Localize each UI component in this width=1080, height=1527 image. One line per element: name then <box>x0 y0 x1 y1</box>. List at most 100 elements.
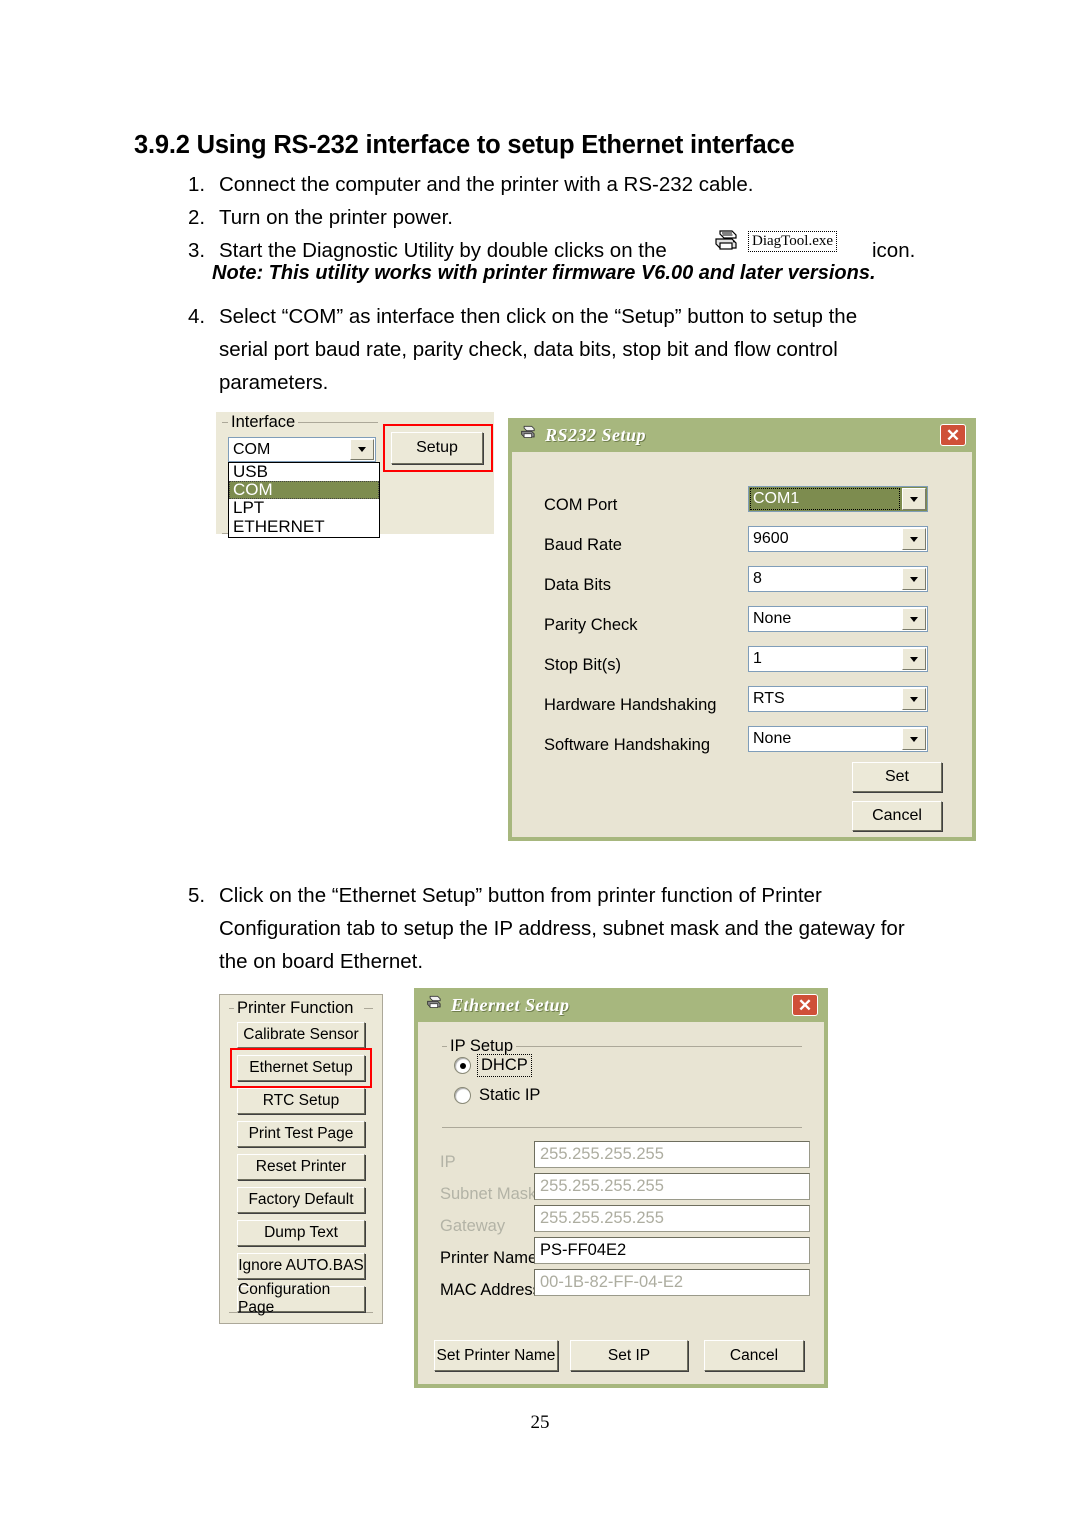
ethernet-setup-dialog: Ethernet Setup ✕ IP Setup DHCP Static IP… <box>414 988 828 1388</box>
static-ip-radio-label: Static IP <box>479 1086 541 1104</box>
interface-combobox[interactable]: COM <box>228 437 376 462</box>
close-icon[interactable]: ✕ <box>792 994 818 1016</box>
rs232-combobox-com-port[interactable]: COM1 <box>748 486 928 512</box>
printer-name-input[interactable]: PS-FF04E2 <box>534 1237 810 1264</box>
step-1: 1. Connect the computer and the printer … <box>188 168 948 201</box>
ethernet-setup-button-highlight <box>230 1048 372 1088</box>
rs232-label-baud-rate: Baud Rate <box>544 536 622 554</box>
rs232-dialog-titlebar[interactable]: RS232 Setup ✕ <box>512 418 972 452</box>
ip-label: IP <box>440 1153 456 1171</box>
subnet-mask-input[interactable]: 255.255.255.255 <box>534 1173 810 1200</box>
ethernet-dialog-title: Ethernet Setup <box>451 994 570 1015</box>
configuration-page-button[interactable]: Configuration Page <box>237 1281 365 1316</box>
interface-option-ethernet[interactable]: ETHERNET <box>229 517 379 537</box>
ethernet-dialog-titlebar[interactable]: Ethernet Setup ✕ <box>418 988 824 1022</box>
rs232-combobox-parity-check[interactable]: None <box>748 606 928 632</box>
radio-selected-icon[interactable] <box>454 1057 471 1074</box>
step-2-text: Turn on the printer power. <box>219 206 453 229</box>
dhcp-radio-label: DHCP <box>477 1054 532 1077</box>
print-test-page-button[interactable]: Print Test Page <box>237 1121 365 1147</box>
rs232-value-baud-rate: 9600 <box>753 530 789 547</box>
interface-option-usb[interactable]: USB <box>229 462 379 481</box>
diagtool-filename-label: DiagTool.exe <box>748 230 838 252</box>
mac-address-label: MAC Address <box>440 1281 541 1299</box>
rs232-value-data-bits: 8 <box>753 570 762 587</box>
rs232-value-com-port: COM1 <box>749 487 901 511</box>
rs232-setup-dialog: RS232 Setup ✕ COM Port COM1 Baud Rate 96… <box>508 418 976 841</box>
step-2-number: 2. <box>188 206 206 229</box>
firmware-note: Note: This utility works with printer fi… <box>212 262 876 284</box>
rs232-value-stop-bits: 1 <box>753 650 762 667</box>
chevron-down-icon[interactable] <box>902 688 926 710</box>
set-printer-name-button[interactable]: Set Printer Name <box>434 1340 558 1371</box>
set-ip-button[interactable]: Set IP <box>570 1340 688 1371</box>
step-3-text-suffix-wrap: icon. <box>872 234 915 267</box>
rs232-label-software-handshaking: Software Handshaking <box>544 736 711 754</box>
rs232-set-button[interactable]: Set <box>852 762 942 792</box>
close-icon[interactable]: ✕ <box>940 424 966 446</box>
static-ip-radio-row[interactable]: Static IP <box>454 1086 540 1105</box>
chevron-down-icon[interactable] <box>902 488 926 510</box>
gateway-label: Gateway <box>440 1217 506 1235</box>
step-4: 4. Select “COM” as interface then click … <box>188 300 988 399</box>
rs232-combobox-baud-rate[interactable]: 9600 <box>748 526 928 552</box>
rs232-cancel-button[interactable]: Cancel <box>852 801 942 831</box>
step-4-number: 4. <box>188 305 206 328</box>
rs232-combobox-software-handshaking[interactable]: None <box>748 726 928 752</box>
rtc-setup-button[interactable]: RTC Setup <box>237 1088 365 1114</box>
rs232-label-stop-bits: Stop Bit(s) <box>544 656 622 674</box>
printer-icon <box>520 425 537 445</box>
gateway-input[interactable]: 255.255.255.255 <box>534 1205 810 1232</box>
setup-button-highlight <box>383 424 493 472</box>
rs232-dialog-title: RS232 Setup <box>545 424 647 445</box>
chevron-down-icon[interactable] <box>350 439 374 460</box>
printer-function-caption: Printer Function <box>234 999 357 1018</box>
interface-combobox-value: COM <box>233 440 271 458</box>
dump-text-button[interactable]: Dump Text <box>237 1220 365 1246</box>
cancel-button[interactable]: Cancel <box>704 1340 804 1371</box>
rs232-combobox-hardware-handshaking[interactable]: RTS <box>748 686 928 712</box>
factory-default-button[interactable]: Factory Default <box>237 1187 365 1213</box>
step-1-number: 1. <box>188 173 206 196</box>
step-4-line-1: Select “COM” as interface then click on … <box>219 305 858 328</box>
step-3-number: 3. <box>188 239 206 262</box>
printer-icon <box>426 995 443 1015</box>
printer-icon <box>714 229 740 253</box>
chevron-down-icon[interactable] <box>902 608 926 630</box>
printer-name-label: Printer Name <box>440 1249 538 1267</box>
diagtool-icon-group: DiagTool.exe <box>714 229 838 253</box>
radio-unselected-icon[interactable] <box>454 1087 471 1104</box>
interface-option-com[interactable]: COM <box>229 480 379 499</box>
rs232-value-software-handshaking: None <box>753 730 792 747</box>
document-page: 3.9.2 Using RS-232 interface to setup Et… <box>0 0 1080 1527</box>
calibrate-sensor-button[interactable]: Calibrate Sensor <box>237 1022 365 1048</box>
step-4-line-3: parameters. <box>219 371 329 394</box>
step-3-text-suffix: icon. <box>872 239 916 262</box>
ip-input[interactable]: 255.255.255.255 <box>534 1141 810 1168</box>
chevron-down-icon[interactable] <box>902 728 926 750</box>
interface-option-lpt[interactable]: LPT <box>229 498 379 517</box>
rs232-value-parity-check: None <box>753 610 792 627</box>
step-1-text: Connect the computer and the printer wit… <box>219 173 754 196</box>
interface-groupbox-caption: Interface <box>228 413 299 432</box>
chevron-down-icon[interactable] <box>902 568 926 590</box>
subnet-mask-label: Subnet Mask <box>440 1185 537 1203</box>
rs232-combobox-data-bits[interactable]: 8 <box>748 566 928 592</box>
dhcp-radio-row[interactable]: DHCP <box>454 1054 532 1077</box>
rs232-combobox-stop-bits[interactable]: 1 <box>748 646 928 672</box>
interface-dropdown-list[interactable]: USB COM LPT ETHERNET <box>228 462 380 538</box>
ip-setup-caption: IP Setup <box>447 1037 516 1056</box>
chevron-down-icon[interactable] <box>902 528 926 550</box>
mac-address-input[interactable]: 00-1B-82-FF-04-E2 <box>534 1269 810 1296</box>
page-title: 3.9.2 Using RS-232 interface to setup Et… <box>134 131 795 159</box>
step-5-line-1: Click on the “Ethernet Setup” button fro… <box>219 884 822 907</box>
rs232-value-hardware-handshaking: RTS <box>753 690 785 707</box>
rs232-label-parity-check: Parity Check <box>544 616 638 634</box>
ignore-autobas-button[interactable]: Ignore AUTO.BAS <box>237 1253 365 1279</box>
reset-printer-button[interactable]: Reset Printer <box>237 1154 365 1180</box>
step-4-line-2: serial port baud rate, parity check, dat… <box>219 338 838 361</box>
step-5: 5. Click on the “Ethernet Setup” button … <box>188 879 988 978</box>
step-5-number: 5. <box>188 884 206 907</box>
step-5-line-3: the on board Ethernet. <box>219 950 424 973</box>
chevron-down-icon[interactable] <box>902 648 926 670</box>
